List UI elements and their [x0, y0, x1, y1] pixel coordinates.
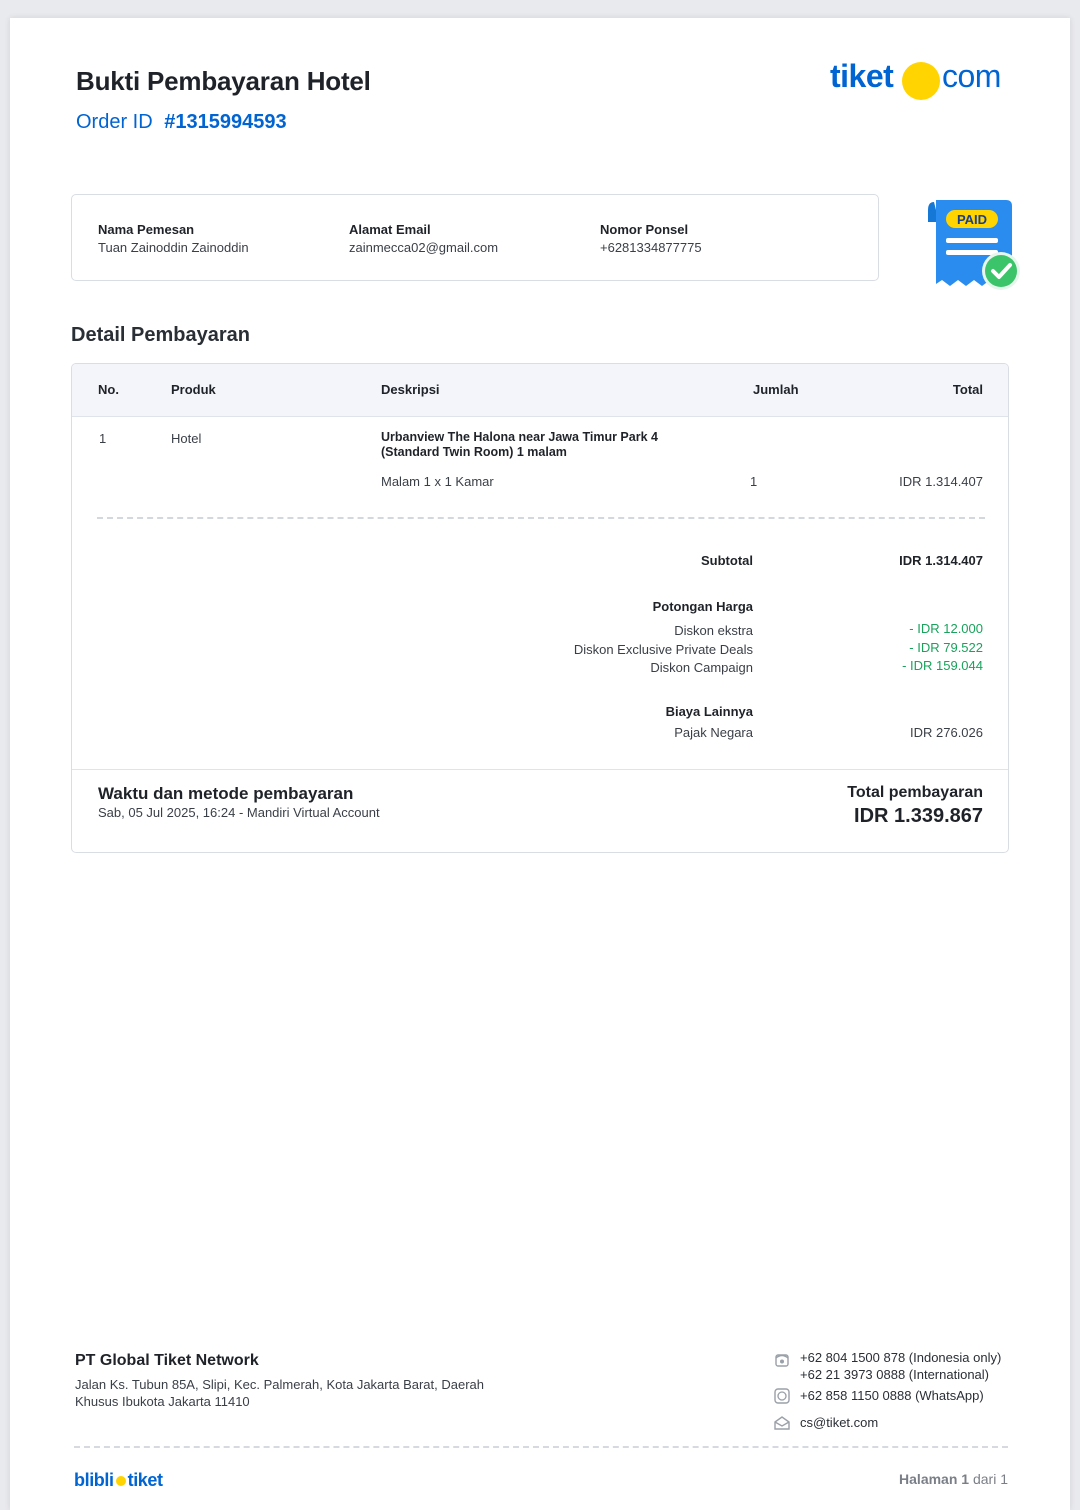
address-line-1: Jalan Ks. Tubun 85A, Slipi, Kec. Palmera…: [75, 1377, 484, 1392]
row-product: Hotel: [171, 431, 202, 446]
brand-left: blibli: [74, 1470, 114, 1490]
customer-phone-value: +6281334877775: [600, 240, 702, 255]
phone-icon: [774, 1352, 790, 1368]
col-product: Produk: [171, 382, 216, 397]
logo-dot: [902, 62, 940, 100]
whatsapp-icon: [774, 1388, 790, 1404]
other-fees-title: Biaya Lainnya: [665, 704, 753, 719]
payment-detail-table: No. Produk Deskripsi Jumlah Total 1 Hote…: [71, 363, 1009, 853]
subtotal-value: IDR 1.314.407: [899, 553, 983, 568]
order-id-number: #1315994593: [164, 111, 287, 133]
tax-label: Pajak Negara: [674, 725, 753, 740]
phone-international: +62 21 3973 0888 (International): [800, 1367, 990, 1382]
brand-right: tiket: [127, 1470, 163, 1490]
payment-method-detail: Sab, 05 Jul 2025, 16:24 - Mandiri Virtua…: [98, 805, 380, 820]
customer-email-value: zainmecca02@gmail.com: [349, 240, 499, 255]
subtotal-label: Subtotal: [701, 553, 753, 568]
total-value: IDR 1.339.867: [854, 805, 983, 827]
whatsapp-number: +62 858 1150 0888 (WhatsApp): [800, 1388, 984, 1403]
discount-label-3: Diskon Campaign: [650, 660, 753, 675]
customer-phone: Nomor Ponsel +6281334877775: [600, 222, 702, 255]
customer-name-label: Nama Pemesan: [98, 222, 195, 237]
page-of: dari 1: [972, 1471, 1008, 1487]
discount-label-2: Diskon Exclusive Private Deals: [573, 642, 753, 657]
tiket-logo: tiket com: [830, 58, 1010, 102]
customer-phone-label: Nomor Ponsel: [600, 222, 689, 237]
row-total: IDR 1.314.407: [899, 474, 983, 489]
col-description: Deskripsi: [381, 382, 440, 397]
paid-badge-text: PAID: [957, 212, 987, 227]
discount-value-1: - IDR 12.000: [909, 621, 983, 636]
row-detail: Malam 1 x 1 Kamar: [381, 474, 494, 489]
document-page: Bukti Pembayaran Hotel Order ID #1315994…: [10, 18, 1070, 1510]
tax-value: IDR 276.026: [910, 725, 983, 740]
page-title: Bukti Pembayaran Hotel: [76, 66, 371, 96]
section-title: Detail Pembayaran: [71, 324, 250, 346]
company-address: Jalan Ks. Tubun 85A, Slipi, Kec. Palmera…: [75, 1376, 495, 1410]
blibli-tiket-logo: blibli tiket: [74, 1470, 163, 1491]
page-current: 1: [961, 1471, 970, 1487]
order-id: Order ID #1315994593: [76, 111, 287, 134]
row-description-line1: Urbanview The Halona near Jawa Timur Par…: [381, 430, 658, 444]
customer-name: Nama Pemesan Tuan Zainoddin Zainoddin: [98, 222, 249, 255]
customer-name-value: Tuan Zainoddin Zainoddin: [98, 240, 249, 255]
address-line-2: Khusus Ibukota Jakarta 11410: [75, 1394, 250, 1409]
logo-text-left: tiket: [830, 58, 894, 94]
payment-divider: [72, 769, 1008, 770]
company-name: PT Global Tiket Network: [75, 1352, 259, 1369]
logo-text-right: com: [942, 58, 1001, 94]
phone-local: +62 804 1500 878 (Indonesia only): [800, 1350, 1002, 1365]
footer-divider: [74, 1446, 1008, 1448]
row-description-line2: (Standard Twin Room) 1 malam: [381, 445, 567, 459]
row-no: 1: [99, 431, 107, 446]
customer-email-label: Alamat Email: [349, 222, 431, 237]
page-word: Halaman: [899, 1471, 958, 1487]
discount-label-1: Diskon ekstra: [674, 623, 753, 638]
customer-info-box: Nama Pemesan Tuan Zainoddin Zainoddin Al…: [71, 194, 879, 281]
discount-value-3: - IDR 159.044: [902, 658, 983, 673]
col-no: No.: [98, 382, 119, 397]
payment-method-title: Waktu dan metode pembayaran: [98, 784, 354, 803]
table-header: No. Produk Deskripsi Jumlah Total: [72, 364, 1008, 417]
total-label: Total pembayaran: [847, 784, 983, 801]
mail-icon: [774, 1415, 790, 1431]
page-number: Halaman 1 dari 1: [899, 1471, 1008, 1487]
discount-title: Potongan Harga: [652, 599, 753, 614]
order-id-label: Order ID: [76, 111, 153, 133]
row-divider: [97, 517, 985, 519]
customer-email: Alamat Email zainmecca02@gmail.com: [349, 222, 498, 255]
col-quantity: Jumlah: [753, 382, 799, 397]
support-email: cs@tiket.com: [800, 1415, 879, 1430]
discount-value-2: - IDR 79.522: [909, 640, 983, 655]
row-quantity: 1: [750, 474, 758, 489]
col-total: Total: [952, 382, 983, 397]
paid-receipt-icon: PAID: [926, 196, 1022, 296]
brand-dot: [115, 1476, 126, 1487]
